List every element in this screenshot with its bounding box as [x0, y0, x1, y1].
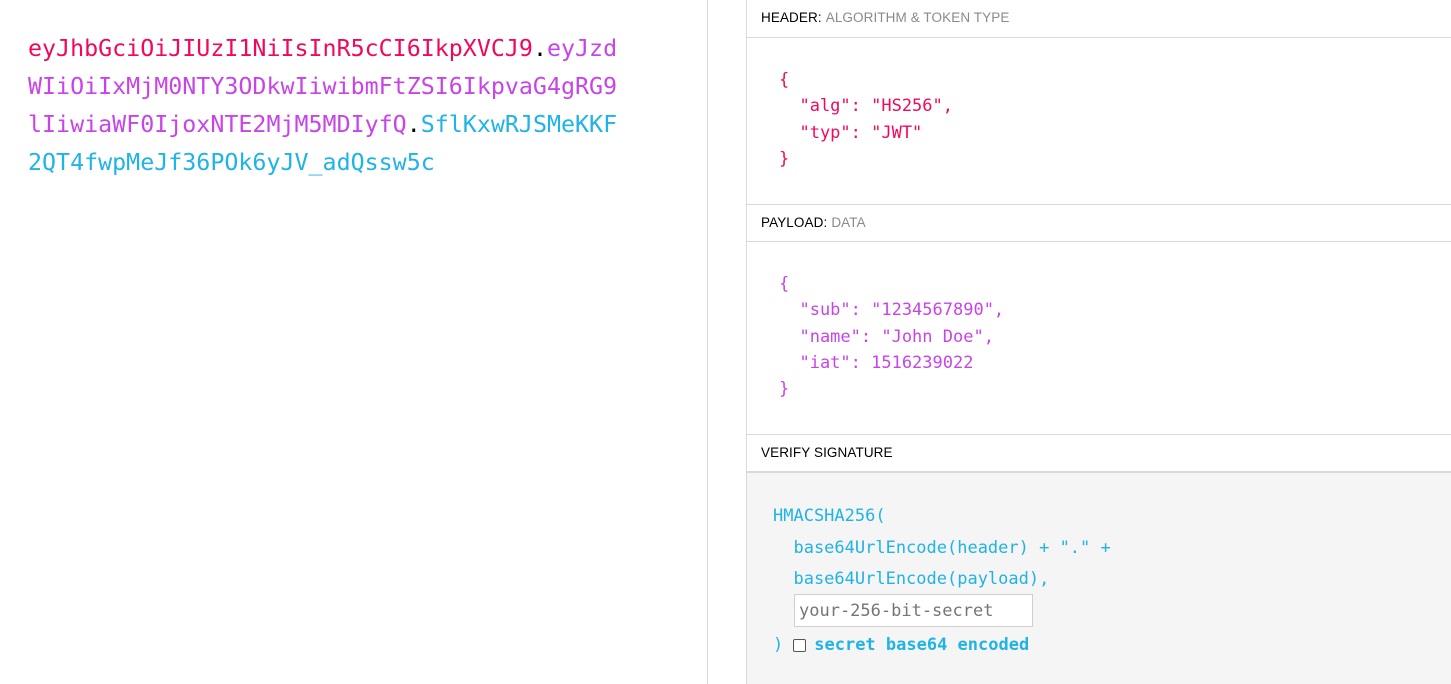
- signature-section-title: VERIFY SIGNATURE: [747, 434, 1451, 472]
- separator-dot-2: .: [406, 111, 421, 138]
- close-paren: ): [773, 635, 784, 655]
- signature-code: HMACSHA256( base64UrlEncode(header) + ".…: [773, 506, 1111, 589]
- encoded-token[interactable]: eyJhbGciOiJIUzI1NiIsInR5cCI6IkpXVCJ9.eyJ…: [28, 30, 618, 182]
- payload-editor[interactable]: { "sub": "1234567890", "name": "John Doe…: [747, 242, 1451, 434]
- encoded-header: eyJhbGciOiJIUzI1NiIsInR5cCI6IkpXVCJ9: [28, 35, 533, 62]
- header-editor[interactable]: { "alg": "HS256", "typ": "JWT" }: [747, 38, 1451, 204]
- base64-checkbox-label[interactable]: secret base64 encoded: [814, 631, 1029, 659]
- header-title: HEADER:: [761, 10, 822, 25]
- signature-panel: HMACSHA256( base64UrlEncode(header) + ".…: [747, 472, 1451, 684]
- payload-json[interactable]: { "sub": "1234567890", "name": "John Doe…: [779, 271, 1004, 402]
- secret-input[interactable]: [794, 594, 1033, 627]
- decoded-panel: HEADER: ALGORITHM & TOKEN TYPE { "alg": "…: [746, 0, 1451, 684]
- signature-title: VERIFY SIGNATURE: [761, 445, 893, 460]
- payload-subtitle: DATA: [831, 215, 866, 230]
- payload-section-title: PAYLOAD: DATA: [747, 204, 1451, 242]
- base64-checkbox[interactable]: [793, 638, 807, 652]
- encoded-panel: eyJhbGciOiJIUzI1NiIsInR5cCI6IkpXVCJ9.eyJ…: [0, 0, 708, 684]
- header-subtitle: ALGORITHM & TOKEN TYPE: [825, 10, 1010, 25]
- payload-title: PAYLOAD:: [761, 215, 828, 230]
- header-json[interactable]: { "alg": "HS256", "typ": "JWT" }: [779, 67, 953, 172]
- header-section-title: HEADER: ALGORITHM & TOKEN TYPE: [747, 0, 1451, 38]
- separator-dot-1: .: [532, 35, 547, 62]
- signature-close-row: ) secret base64 encoded: [773, 631, 1029, 659]
